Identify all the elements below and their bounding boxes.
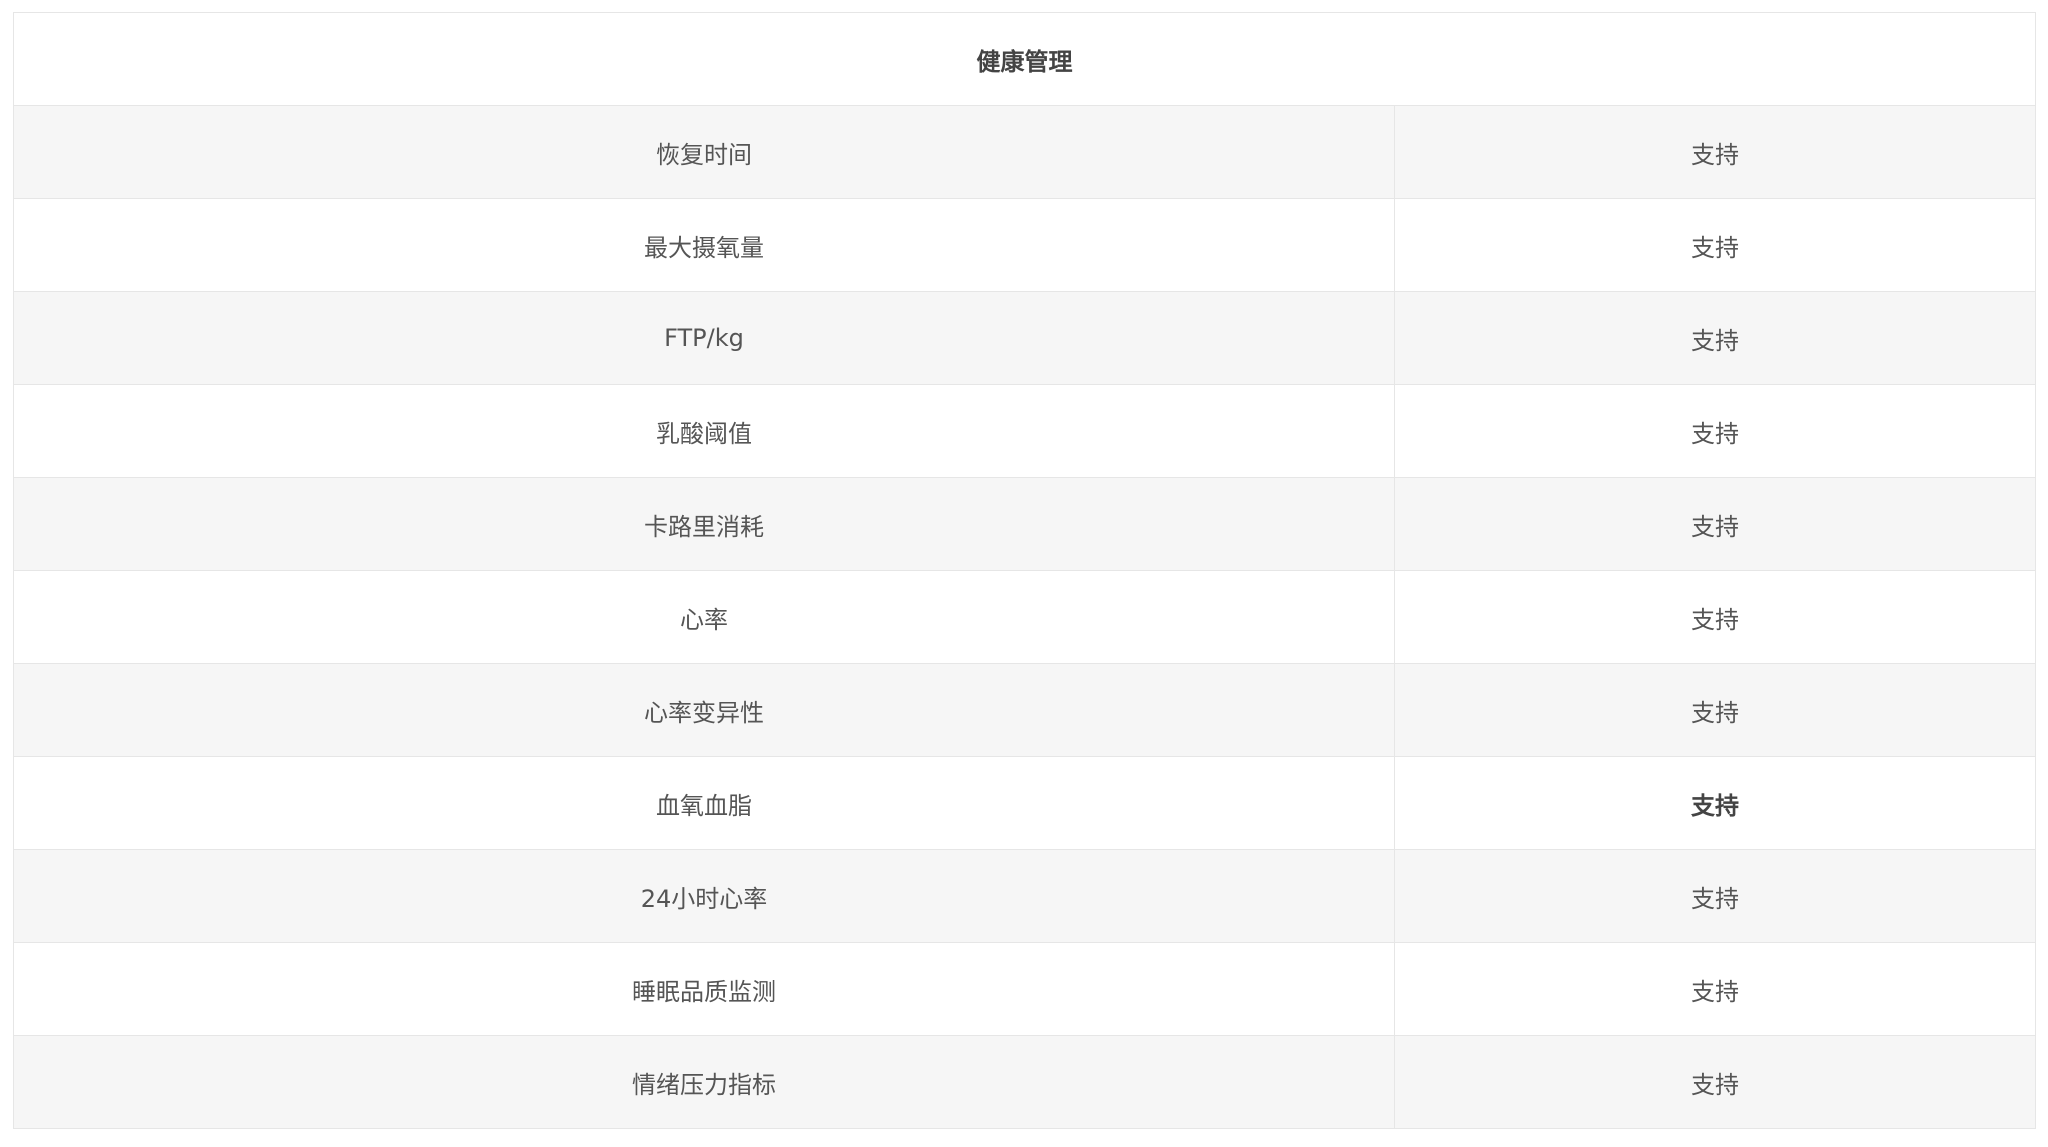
table-header-row: 健康管理: [13, 12, 2036, 106]
value-cell: 支持: [1394, 384, 2036, 478]
table-row: 24小时心率 支持: [13, 849, 2036, 943]
value-cell: 支持: [1394, 1035, 2036, 1129]
feature-cell: 卡路里消耗: [13, 477, 1395, 571]
value-cell: 支持: [1394, 291, 2036, 385]
table-row: 血氧血脂 支持: [13, 756, 2036, 850]
value-cell: 支持: [1394, 663, 2036, 757]
feature-cell: 情绪压力指标: [13, 1035, 1395, 1129]
table-row: 情绪压力指标 支持: [13, 1035, 2036, 1129]
table-row: 心率 支持: [13, 570, 2036, 664]
section-title: 健康管理: [13, 12, 2036, 106]
spec-table: 健康管理 恢复时间 支持 最大摄氧量 支持 FTP/kg 支持 乳酸阈值 支持 …: [13, 12, 2036, 1129]
table-row: 卡路里消耗 支持: [13, 477, 2036, 571]
table-row: 心率变异性 支持: [13, 663, 2036, 757]
value-cell: 支持: [1394, 942, 2036, 1036]
value-cell: 支持: [1394, 477, 2036, 571]
feature-cell: 睡眠品质监测: [13, 942, 1395, 1036]
value-cell: 支持: [1394, 105, 2036, 199]
feature-cell: FTP/kg: [13, 291, 1395, 385]
feature-cell: 乳酸阈值: [13, 384, 1395, 478]
value-cell: 支持: [1394, 198, 2036, 292]
feature-cell: 心率: [13, 570, 1395, 664]
feature-cell: 24小时心率: [13, 849, 1395, 943]
value-cell: 支持: [1394, 756, 2036, 850]
table-row: 乳酸阈值 支持: [13, 384, 2036, 478]
table-row: FTP/kg 支持: [13, 291, 2036, 385]
table-row: 睡眠品质监测 支持: [13, 942, 2036, 1036]
feature-cell: 恢复时间: [13, 105, 1395, 199]
table-row: 恢复时间 支持: [13, 105, 2036, 199]
value-cell: 支持: [1394, 849, 2036, 943]
feature-cell: 血氧血脂: [13, 756, 1395, 850]
feature-cell: 心率变异性: [13, 663, 1395, 757]
value-cell: 支持: [1394, 570, 2036, 664]
table-row: 最大摄氧量 支持: [13, 198, 2036, 292]
feature-cell: 最大摄氧量: [13, 198, 1395, 292]
